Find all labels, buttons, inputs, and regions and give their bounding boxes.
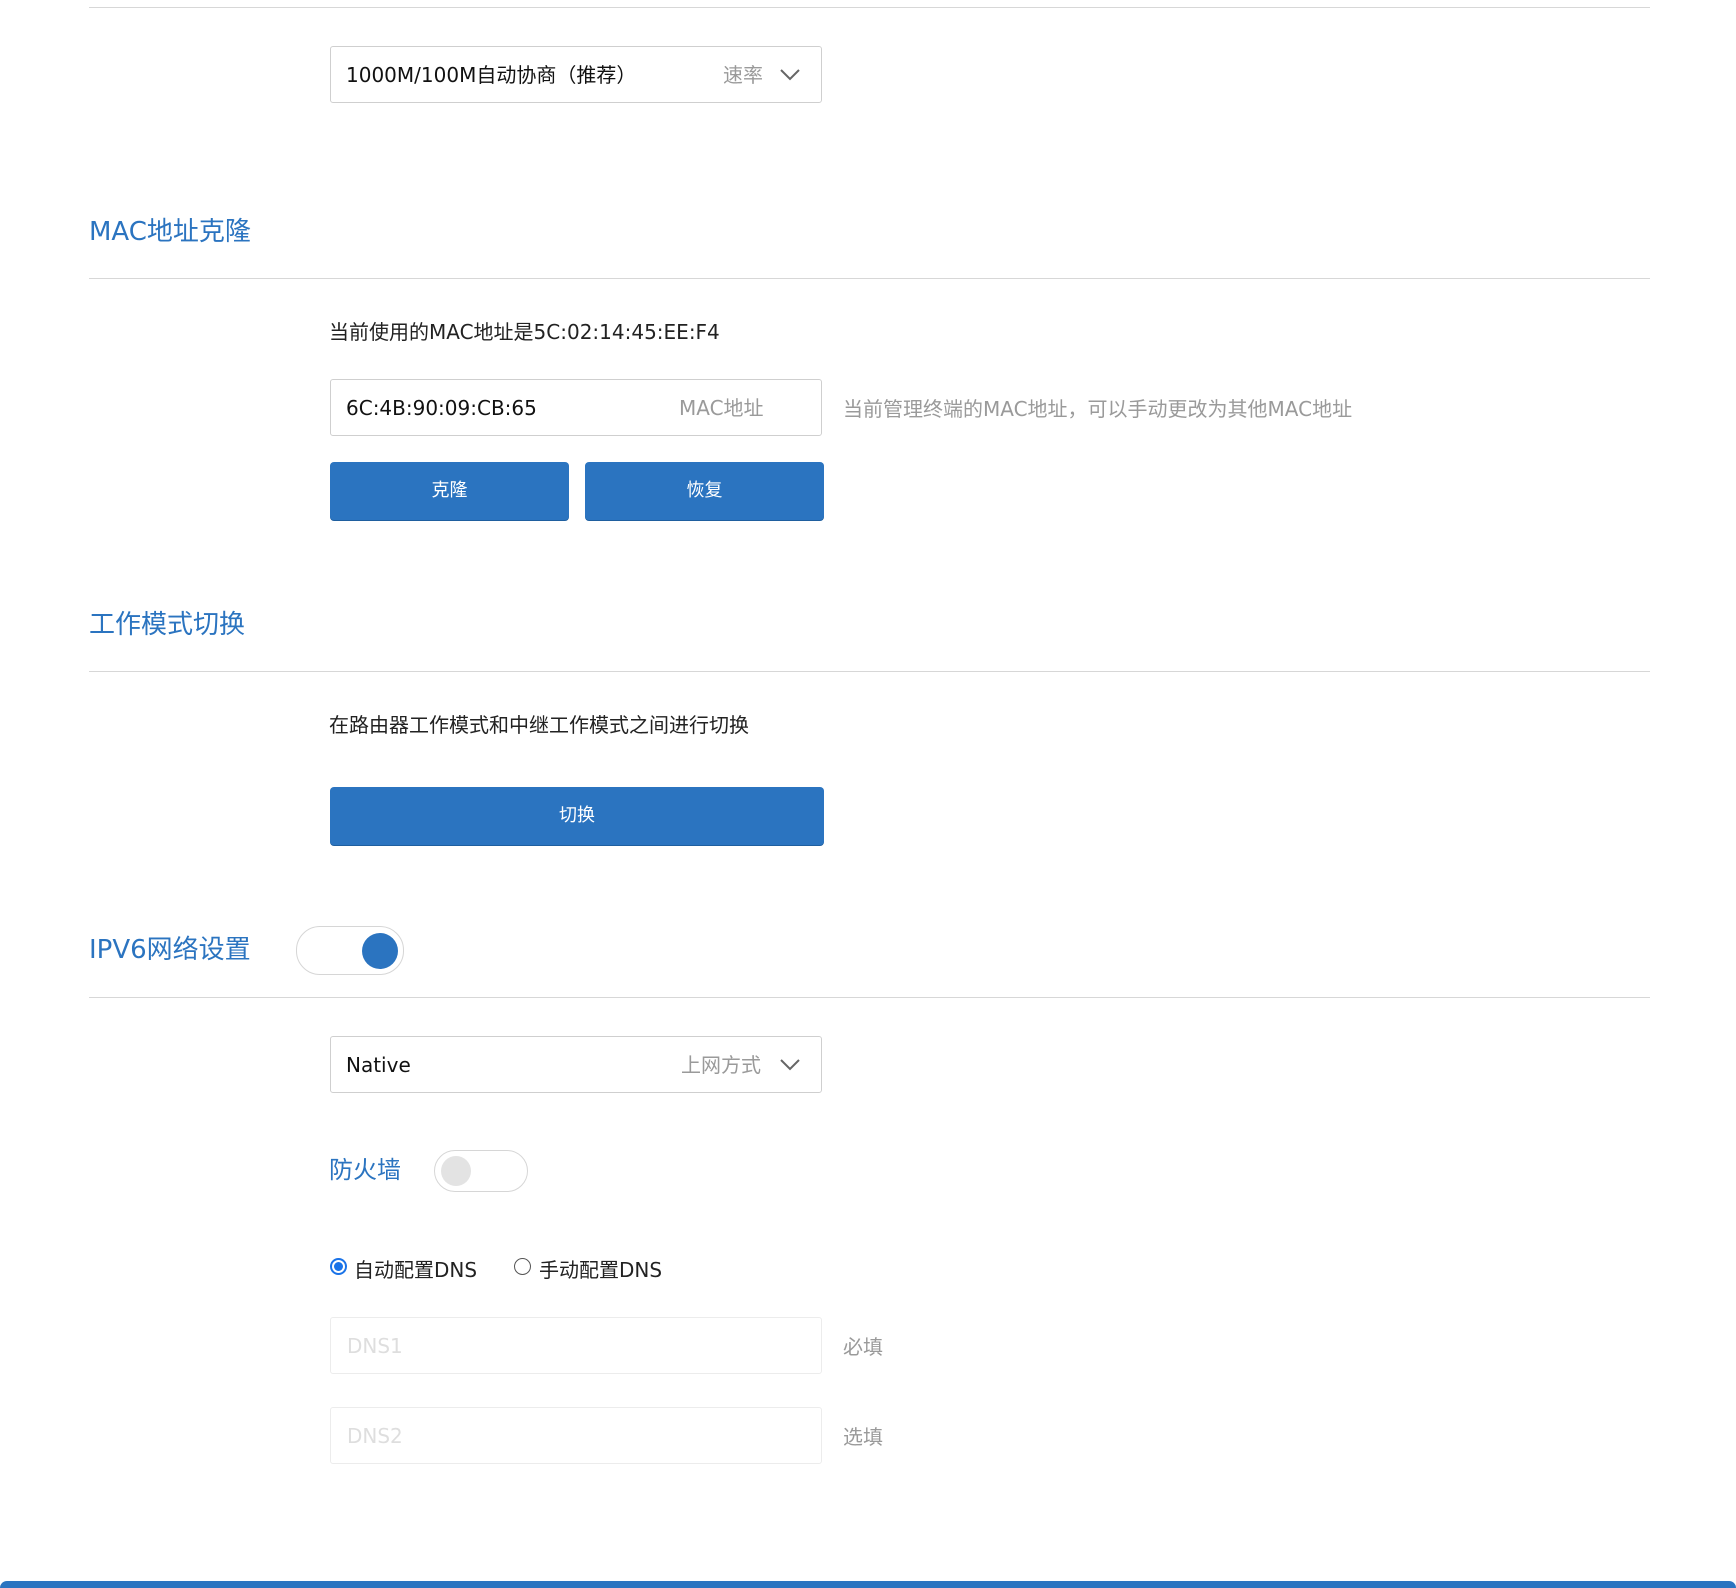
settings-page: 1000M/100M自动协商（推荐） 速率 MAC地址克隆 当前使用的MAC地址… [0, 0, 1736, 1588]
dns2-input[interactable]: DNS2 [330, 1407, 822, 1464]
ipv6-toggle[interactable] [296, 926, 404, 975]
bottom-accent-bar [0, 1581, 1736, 1588]
dns-manual-label[interactable]: 手动配置DNS [539, 1257, 662, 1283]
section-divider [89, 997, 1650, 998]
current-mac-text: 当前使用的MAC地址是5C:02:14:45:EE:F4 [329, 320, 720, 344]
speed-select-hint: 速率 [723, 63, 763, 87]
connection-type-select[interactable]: Native 上网方式 [330, 1036, 822, 1093]
dns-auto-radio[interactable] [330, 1258, 347, 1275]
dns2-note: 选填 [843, 1425, 883, 1449]
section-divider [89, 278, 1650, 279]
switch-mode-button[interactable]: 切换 [330, 787, 824, 845]
section-divider [89, 671, 1650, 672]
dns1-input[interactable]: DNS1 [330, 1317, 822, 1374]
firewall-toggle[interactable] [434, 1150, 528, 1192]
chevron-down-icon [780, 1059, 800, 1071]
mac-clone-title: MAC地址克隆 [89, 217, 251, 247]
ipv6-title: IPV6网络设置 [89, 935, 251, 965]
dns2-placeholder: DNS2 [347, 1424, 403, 1448]
section-divider [89, 7, 1650, 8]
toggle-knob [362, 933, 398, 969]
chevron-down-icon [780, 69, 800, 81]
clone-button[interactable]: 克隆 [330, 462, 569, 520]
speed-select[interactable]: 1000M/100M自动协商（推荐） 速率 [330, 46, 822, 103]
work-mode-description: 在路由器工作模式和中继工作模式之间进行切换 [329, 713, 749, 737]
mac-address-value: 6C:4B:90:09:CB:65 [346, 396, 537, 420]
connection-type-hint: 上网方式 [681, 1053, 761, 1077]
mac-address-input[interactable]: 6C:4B:90:09:CB:65 MAC地址 [330, 379, 822, 436]
restore-button[interactable]: 恢复 [585, 462, 824, 520]
speed-select-value: 1000M/100M自动协商（推荐） [346, 63, 637, 87]
firewall-label: 防火墙 [329, 1156, 401, 1184]
mac-address-hint: MAC地址 [679, 396, 764, 420]
dns1-placeholder: DNS1 [347, 1334, 403, 1358]
toggle-knob [441, 1156, 471, 1186]
dns1-note: 必填 [843, 1335, 883, 1359]
dns-auto-label[interactable]: 自动配置DNS [354, 1257, 477, 1283]
mac-address-note: 当前管理终端的MAC地址，可以手动更改为其他MAC地址 [843, 397, 1353, 421]
connection-type-value: Native [346, 1053, 411, 1077]
dns-manual-radio[interactable] [514, 1258, 531, 1275]
work-mode-title: 工作模式切换 [89, 610, 246, 640]
